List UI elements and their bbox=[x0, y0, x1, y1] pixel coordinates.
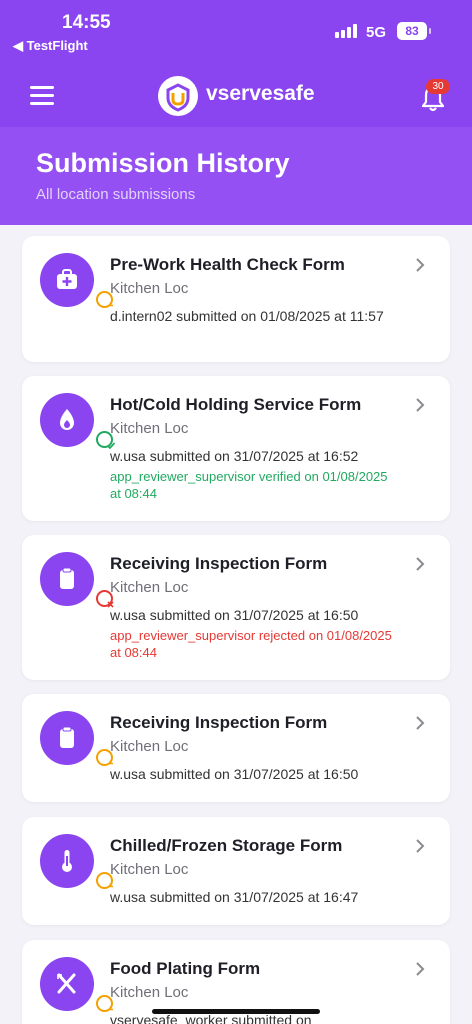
page-subtitle: All location submissions bbox=[36, 186, 196, 203]
chevron-right-icon bbox=[416, 398, 425, 412]
battery-icon: 83 bbox=[397, 22, 431, 40]
home-indicator bbox=[152, 1009, 320, 1014]
clipboard-icon bbox=[40, 711, 115, 768]
clipboard-icon bbox=[40, 552, 115, 609]
chevron-right-icon bbox=[416, 716, 425, 730]
location-name: Kitchen Loc bbox=[110, 984, 189, 1001]
thermometer-icon bbox=[40, 834, 115, 891]
location-name: Kitchen Loc bbox=[110, 280, 189, 297]
location-name: Kitchen Loc bbox=[110, 579, 189, 596]
network-type: 5G bbox=[366, 24, 387, 41]
submission-card[interactable]: Chilled/Frozen Storage Form Kitchen Loc … bbox=[22, 817, 450, 925]
submitted-info: w.usa submitted on 31/07/2025 at 16:47 bbox=[110, 889, 359, 905]
status-bar: 14:55 ◀ TestFlight 5G 83 bbox=[0, 0, 472, 60]
hamburger-menu-icon[interactable] bbox=[30, 86, 54, 106]
form-title: Chilled/Frozen Storage Form bbox=[110, 836, 343, 855]
app-header: 14:55 ◀ TestFlight 5G 83 vservesafe 30 S… bbox=[0, 0, 472, 225]
form-title: Hot/Cold Holding Service Form bbox=[110, 395, 362, 414]
submission-card[interactable]: Hot/Cold Holding Service Form Kitchen Lo… bbox=[22, 376, 450, 521]
verified-note: app_reviewer_supervisor verified on 01/0… bbox=[110, 469, 388, 501]
signal-icon bbox=[335, 24, 357, 38]
chevron-right-icon bbox=[416, 962, 425, 976]
form-title: Food Plating Form bbox=[110, 959, 261, 978]
submitted-info: d.intern02 submitted on 01/08/2025 at 11… bbox=[110, 308, 384, 324]
notification-count-badge: 30 bbox=[426, 79, 450, 94]
page-title: Submission History bbox=[36, 148, 290, 178]
first-aid-kit-icon bbox=[40, 253, 115, 310]
submitted-info: w.usa submitted on 31/07/2025 at 16:50 bbox=[110, 607, 359, 623]
location-name: Kitchen Loc bbox=[110, 861, 189, 878]
form-title: Pre-Work Health Check Form bbox=[110, 255, 345, 274]
chevron-right-icon bbox=[416, 557, 425, 571]
status-time: 14:55 bbox=[62, 12, 111, 33]
fork-knife-icon bbox=[40, 957, 115, 1014]
brand-name: vservesafe bbox=[206, 82, 315, 105]
submission-card[interactable]: Receiving Inspection Form Kitchen Loc w.… bbox=[22, 694, 450, 802]
location-name: Kitchen Loc bbox=[110, 420, 189, 437]
flame-icon bbox=[40, 393, 116, 450]
back-to-testflight-link[interactable]: ◀ TestFlight bbox=[13, 38, 88, 54]
vservesafe-logo bbox=[158, 76, 198, 116]
form-title: Receiving Inspection Form bbox=[110, 554, 328, 573]
chevron-right-icon bbox=[416, 258, 425, 272]
submission-card[interactable]: Pre-Work Health Check Form Kitchen Loc d… bbox=[22, 236, 450, 362]
submission-card[interactable]: Receiving Inspection Form Kitchen Loc w.… bbox=[22, 535, 450, 680]
rejected-note: app_reviewer_supervisor rejected on 01/0… bbox=[110, 628, 392, 660]
form-title: Receiving Inspection Form bbox=[110, 713, 328, 732]
submitted-info: w.usa submitted on 31/07/2025 at 16:50 bbox=[110, 766, 359, 782]
location-name: Kitchen Loc bbox=[110, 738, 189, 755]
chevron-right-icon bbox=[416, 839, 425, 853]
submitted-info: w.usa submitted on 31/07/2025 at 16:52 bbox=[110, 448, 359, 464]
